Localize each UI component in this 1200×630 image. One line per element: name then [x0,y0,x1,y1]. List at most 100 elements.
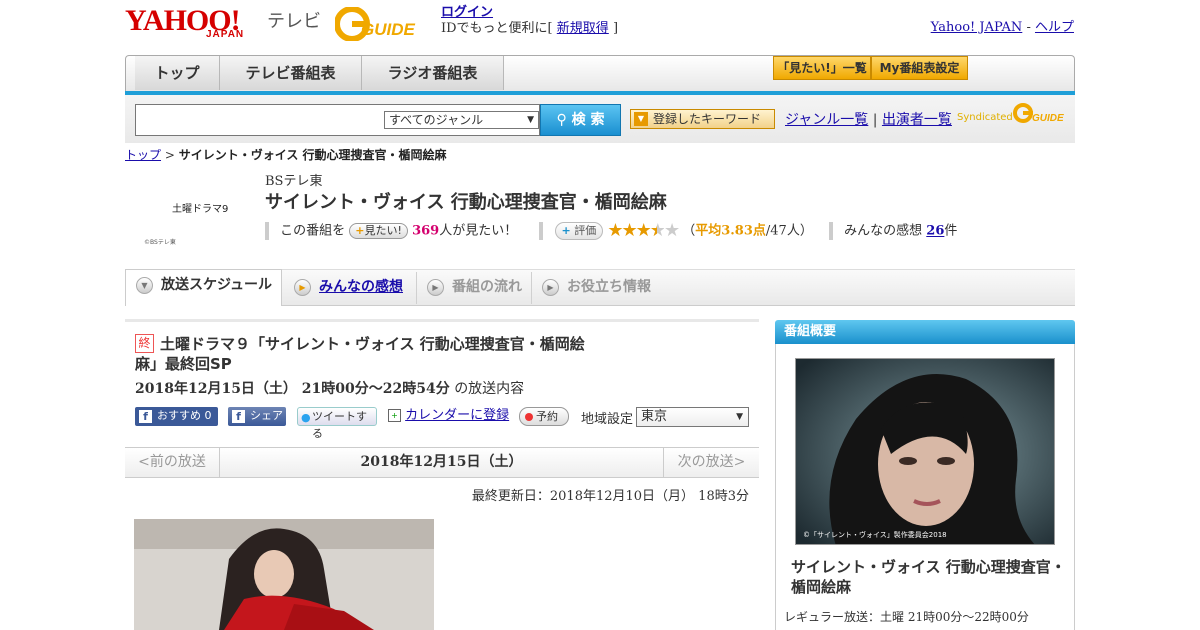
last-updated: 最終更新日：2018年12月10日（月） 18時3分 [471,489,749,504]
rate-button-label: 評価 [574,224,597,237]
tab-program-flow: ▶ 番組の流れ [417,272,532,304]
registered-keywords-label: 登録したキーワード [653,112,762,126]
region-label: 地域設定 [581,412,634,427]
syndicated-label: Syndicated [957,112,1013,123]
cast-list-link[interactable]: 出演者一覧 [882,112,952,128]
episode-photo [134,519,434,630]
breadcrumb-current: サイレント・ヴォイス 行動心理捜査官・楯岡絵麻 [178,148,447,162]
header-links: Yahoo! JAPAN - ヘルプ [931,16,1074,35]
plus-icon: + [355,224,365,237]
login-sub-close: ] [612,21,619,36]
star-icon: ★ [663,220,680,241]
program-key-visual: ©「サイレント・ヴォイス」製作委員会2018 [795,358,1055,545]
rating-average: 平均3.83点 [695,223,766,239]
nav-tab-top[interactable]: トップ [135,56,220,90]
my-schedule-settings-button[interactable]: My番組表設定 [871,56,968,80]
rating-open: （ [682,223,696,239]
want-to-watch-label: 見たい! [364,224,402,237]
chevron-down-icon: ▼ [634,112,648,126]
login-link[interactable]: ログイン [441,5,493,20]
region-select[interactable]: 東京 ▼ [636,407,749,427]
tab-reviews[interactable]: ▶ みんなの感想 [284,272,417,304]
genre-list-link[interactable]: ジャンル一覧 [785,112,868,128]
search-icon: ⚲ [556,112,567,128]
tab-schedule[interactable]: ▼ 放送スケジュール [125,269,282,306]
regular-broadcast: レギュラー放送：土曜 21時00分～22時00分 [784,610,1029,624]
plus-icon: + [561,224,571,237]
reviews-prefix: みんなの感想 [844,223,923,239]
prev-broadcast: <前の放送 [125,448,220,477]
signup-link[interactable]: 新規取得 [557,21,609,36]
facebook-recommend-label: おすすめ 0 [157,409,212,422]
syndicated-gguide-text: GUIDE [1032,113,1064,124]
login-sub-text: IDでもっと便利に[ [441,21,553,36]
page-title: サイレント・ヴォイス 行動心理捜査官・楯岡絵麻 [265,192,667,213]
gguide-logo[interactable]: GUIDE [335,7,430,41]
calendar-register[interactable]: + カレンダーに登録 [388,407,509,426]
tab-reviews-label[interactable]: みんなの感想 [319,279,403,295]
nav-tab-tv-schedule[interactable]: テレビ番組表 [220,56,362,90]
mitai-list-button[interactable]: 「見たい!」一覧 [773,56,871,80]
divider [828,222,833,240]
program-summary-heading: 番組概要 [775,320,1075,344]
genre-select[interactable]: すべてのジャンル ▼ [384,111,539,129]
breadcrumb-sep: > [164,148,175,162]
want-prefix: この番組を [280,223,346,239]
nav-tab-radio-schedule[interactable]: ラジオ番組表 [362,56,504,90]
program-logo: 土曜ドラマ9 ©BSテレ東 [130,175,255,250]
gguide-logo-text: GUIDE [361,20,416,39]
rating-count: /47人） [765,223,813,239]
search-button-label: 検 索 [571,112,605,128]
current-broadcast-date: 2018年12月15日（土） [360,454,523,470]
tab-useful-info-label: お役立ち情報 [567,279,651,295]
calendar-icon: + [388,409,401,422]
program-meta: この番組を +見たい! 369人が見たい！ + 評価 ★★★★★ （平均3.83… [265,221,957,241]
yahoo-japan-logo-text: JAPAN [206,29,245,40]
reviews-count-link[interactable]: 26 [926,224,944,239]
yahoo-japan-link[interactable]: Yahoo! JAPAN [931,20,1023,35]
star-icon: ★ [621,220,638,241]
genre-select-value: すべてのジャンル [389,113,484,127]
want-count: 369 [412,223,440,239]
program-logo-text: 土曜ドラマ9 [172,204,229,215]
key-visual-image [796,359,1054,544]
header-links-sep: - [1026,20,1031,35]
want-to-watch-button[interactable]: +見たい! [349,223,408,239]
star-icon: ★ [607,220,623,241]
divider [265,222,269,240]
reserve-label: 予約 [536,410,558,423]
facebook-recommend-button[interactable]: f おすすめ 0 [135,407,218,426]
search-links-divider: | [872,112,878,128]
play-icon: ▶ [542,279,559,296]
breadcrumb-home-link[interactable]: トップ [125,148,161,162]
facebook-icon: f [232,410,245,423]
record-dot-icon [525,413,533,421]
chevron-down-icon: ▼ [527,115,534,125]
star-icon: ★ [635,220,652,241]
reserve-button[interactable]: 予約 [519,407,569,426]
program-logo-copyright: ©BSテレ東 [144,239,176,246]
facebook-share-label: シェア [250,409,283,422]
tweet-button[interactable]: ● ツイートする [297,407,377,440]
help-link[interactable]: ヘルプ [1035,20,1074,35]
episode-top-rule [125,319,759,322]
breadcrumb: トップ > サイレント・ヴォイス 行動心理捜査官・楯岡絵麻 [125,146,447,163]
tab-useful-info: ▶ お役立ち情報 [532,272,672,304]
twitter-bird-icon: ● [301,411,311,424]
key-visual-caption: ©「サイレント・ヴォイス」製作委員会2018 [803,531,947,539]
episode-datetime: 2018年12月15日（土） 21時00分～22時54分 [135,381,450,397]
want-suffix: 人が見たい！ [439,223,518,239]
tab-program-flow-label: 番組の流れ [452,279,522,295]
facebook-share-button[interactable]: f シェア [228,407,286,426]
reviews-suffix: 件 [944,223,958,239]
region-select-value: 東京 [641,409,668,424]
chevron-down-icon: ▼ [736,412,743,422]
star-icon: ★ [649,220,666,241]
divider [539,222,544,240]
tv-logo-text[interactable]: テレビ [267,7,321,33]
search-button[interactable]: ⚲ 検 索 [540,104,621,136]
rate-button[interactable]: + 評価 [554,222,604,240]
play-icon: ▶ [294,279,311,296]
calendar-register-link[interactable]: カレンダーに登録 [405,408,509,423]
registered-keywords-button[interactable]: ▼ 登録したキーワード [630,109,775,129]
